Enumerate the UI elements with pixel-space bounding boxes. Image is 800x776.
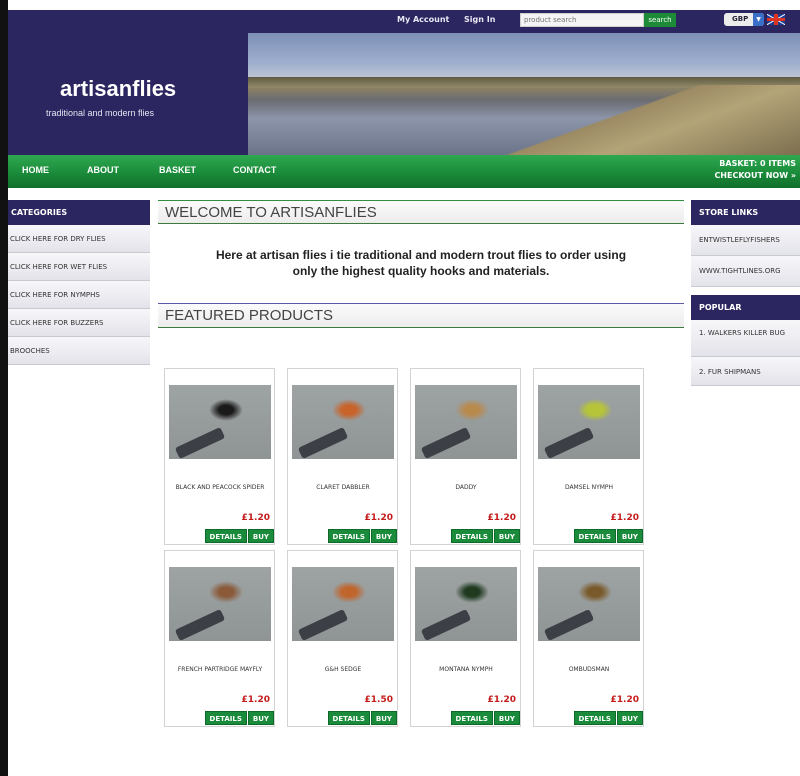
popular-panel: POPULAR 1. WALKERS KILLER BUG 2. FUR SHI… [691,295,800,386]
featured-section: FEATURED PRODUCTS [158,303,684,328]
nav-basket[interactable]: BASKET [159,165,196,175]
popular-heading: POPULAR [691,295,800,320]
popular-item[interactable]: 2. FUR SHIPMANS [691,357,800,386]
buy-button[interactable]: BUY [247,529,274,543]
product-actions: DETAILS BUY [204,529,274,543]
product-card[interactable]: BLACK AND PEACOCK SPIDER £1.20 DETAILS BUY [164,368,275,545]
chevron-down-icon: ▼ [753,13,764,26]
category-wet-flies[interactable]: CLICK HERE FOR WET FLIES [8,253,150,281]
category-dry-flies[interactable]: CLICK HERE FOR DRY FLIES [8,225,150,253]
product-image[interactable] [292,385,394,459]
search-button[interactable]: search [644,13,676,27]
product-image[interactable] [415,567,517,641]
product-actions: DETAILS BUY [204,711,274,725]
product-card[interactable]: G&H SEDGE £1.50 DETAILS BUY [287,550,398,727]
product-card[interactable]: DADDY £1.20 DETAILS BUY [410,368,521,545]
product-price: £1.20 [364,513,393,523]
product-price: £1.20 [487,695,516,705]
product-image[interactable] [538,567,640,641]
product-card[interactable]: CLARET DABBLER £1.20 DETAILS BUY [287,368,398,545]
product-price: £1.20 [241,513,270,523]
sign-in-link[interactable]: Sign In [464,15,495,24]
product-actions: DETAILS BUY [450,711,520,725]
product-name[interactable]: FRENCH PARTRIDGE MAYFLY [169,665,271,674]
top-bar: My Account Sign In search GBP ▼ [8,10,800,32]
buy-button[interactable]: BUY [247,711,274,725]
product-name[interactable]: OMBUDSMAN [538,665,640,674]
product-price: £1.50 [364,695,393,705]
buy-button[interactable]: BUY [493,711,520,725]
main-content: WELCOME TO ARTISANFLIES Here at artisan … [158,200,684,328]
currency-select[interactable]: GBP ▼ [724,13,764,26]
product-price: £1.20 [487,513,516,523]
product-name[interactable]: DAMSEL NYMPH [538,483,640,492]
categories-heading: CATEGORIES [8,200,150,225]
store-link-tightlines[interactable]: WWW.TIGHTLINES.ORG [691,256,800,287]
checkout-link[interactable]: CHECKOUT NOW » [714,170,796,182]
featured-heading: FEATURED PRODUCTS [158,304,684,328]
product-price: £1.20 [610,695,639,705]
buy-button[interactable]: BUY [370,529,397,543]
store-links-panel: STORE LINKS ENTWISTLEFLYFISHERS WWW.TIGH… [691,200,800,287]
product-search-input[interactable] [520,13,644,27]
store-link-entwistle[interactable]: ENTWISTLEFLYFISHERS [691,225,800,256]
product-image[interactable] [292,567,394,641]
popular-item[interactable]: 1. WALKERS KILLER BUG [691,320,800,357]
product-price: £1.20 [610,513,639,523]
details-button[interactable]: DETAILS [450,711,493,725]
product-card[interactable]: FRENCH PARTRIDGE MAYFLY £1.20 DETAILS BUY [164,550,275,727]
category-buzzers[interactable]: CLICK HERE FOR BUZZERS [8,309,150,337]
main-nav: HOME ABOUT BASKET CONTACT BASKET: 0 ITEM… [8,155,800,188]
product-image[interactable] [169,567,271,641]
product-card[interactable]: OMBUDSMAN £1.20 DETAILS BUY [533,550,644,727]
currency-value: GBP [732,15,749,23]
product-name[interactable]: CLARET DABBLER [292,483,394,492]
details-button[interactable]: DETAILS [573,529,616,543]
details-button[interactable]: DETAILS [450,529,493,543]
welcome-text: Here at artisan flies i tie traditional … [215,248,627,278]
window-edge [0,0,8,776]
details-button[interactable]: DETAILS [573,711,616,725]
product-card[interactable]: MONTANA NYMPH £1.20 DETAILS BUY [410,550,521,727]
product-name[interactable]: DADDY [415,483,517,492]
category-brooches[interactable]: BROOCHES [8,337,150,365]
product-name[interactable]: BLACK AND PEACOCK SPIDER [169,483,271,492]
product-name[interactable]: MONTANA NYMPH [415,665,517,674]
product-card[interactable]: DAMSEL NYMPH £1.20 DETAILS BUY [533,368,644,545]
details-button[interactable]: DETAILS [327,529,370,543]
details-button[interactable]: DETAILS [327,711,370,725]
nav-contact[interactable]: CONTACT [233,165,276,175]
buy-button[interactable]: BUY [616,711,643,725]
details-button[interactable]: DETAILS [204,711,247,725]
banner-image [248,33,800,155]
categories-panel: CATEGORIES CLICK HERE FOR DRY FLIES CLIC… [8,200,150,365]
product-name[interactable]: G&H SEDGE [292,665,394,674]
buy-button[interactable]: BUY [370,711,397,725]
buy-button[interactable]: BUY [493,529,520,543]
site-logo-title[interactable]: artisanflies [60,76,176,102]
product-image[interactable] [538,385,640,459]
uk-flag-icon[interactable] [767,14,785,25]
buy-button[interactable]: BUY [616,529,643,543]
site-tagline: traditional and modern flies [46,108,155,118]
product-image[interactable] [169,385,271,459]
details-button[interactable]: DETAILS [204,529,247,543]
my-account-link[interactable]: My Account [397,15,449,24]
store-links-heading: STORE LINKS [691,200,800,225]
product-actions: DETAILS BUY [573,529,643,543]
product-actions: DETAILS BUY [450,529,520,543]
product-actions: DETAILS BUY [327,529,397,543]
product-actions: DETAILS BUY [573,711,643,725]
product-actions: DETAILS BUY [327,711,397,725]
welcome-heading: WELCOME TO ARTISANFLIES [158,200,684,224]
nav-about[interactable]: ABOUT [87,165,119,175]
product-image[interactable] [415,385,517,459]
nav-home[interactable]: HOME [22,165,49,175]
basket-status[interactable]: BASKET: 0 ITEMS [714,158,796,170]
product-price: £1.20 [241,695,270,705]
basket-summary: BASKET: 0 ITEMS CHECKOUT NOW » [714,158,796,182]
category-nymphs[interactable]: CLICK HERE FOR NYMPHS [8,281,150,309]
site-header: My Account Sign In search GBP ▼ artisanf… [8,10,800,155]
